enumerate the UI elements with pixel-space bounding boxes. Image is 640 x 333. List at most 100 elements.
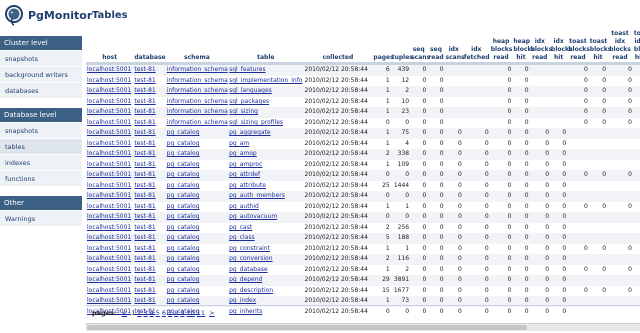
column-header-toast-idx-blocks-read[interactable]: toast idx blocks read: [607, 30, 633, 62]
schema-link[interactable]: pg_catalog: [167, 245, 200, 252]
host-link[interactable]: localhost:5001: [87, 245, 131, 252]
table-link[interactable]: sql_packages: [229, 98, 269, 105]
logo[interactable]: PgMonitor: [2, 3, 92, 27]
schema-link[interactable]: pg_catalog: [167, 161, 200, 168]
schema-link[interactable]: information_schema: [167, 119, 228, 126]
schema-link[interactable]: pg_catalog: [167, 140, 200, 147]
table-link[interactable]: pg_autovacuum: [229, 213, 277, 220]
page-link[interactable]: 4: [150, 309, 154, 317]
database-link[interactable]: test-81: [134, 150, 155, 157]
sidebar-item-indexes[interactable]: indexes: [0, 155, 82, 171]
host-link[interactable]: localhost:5001: [87, 255, 131, 262]
schema-link[interactable]: information_schema: [167, 98, 228, 105]
sidebar-item-snapshots[interactable]: snapshots: [0, 51, 82, 67]
database-link[interactable]: test-81: [134, 245, 155, 252]
page-link[interactable]: 9: [180, 309, 184, 317]
database-link[interactable]: test-81: [134, 66, 155, 73]
table-link[interactable]: sql_features: [229, 66, 265, 73]
column-header-seq-scans[interactable]: seq scans: [410, 30, 430, 62]
schema-link[interactable]: pg_catalog: [167, 213, 200, 220]
host-link[interactable]: localhost:5001: [87, 108, 131, 115]
database-link[interactable]: test-81: [134, 171, 155, 178]
database-link[interactable]: test-81: [134, 287, 155, 294]
host-link[interactable]: localhost:5001: [87, 234, 131, 241]
host-link[interactable]: localhost:5001: [87, 150, 131, 157]
column-header-schema[interactable]: schema: [165, 30, 229, 62]
page-link[interactable]: 5: [156, 309, 160, 317]
database-link[interactable]: test-81: [134, 192, 155, 199]
schema-link[interactable]: pg_catalog: [167, 287, 200, 294]
host-link[interactable]: localhost:5001: [87, 203, 131, 210]
column-header-idx-fetched[interactable]: idx fetched: [462, 30, 490, 62]
page-link[interactable]: 10: [186, 309, 194, 317]
database-link[interactable]: test-81: [134, 161, 155, 168]
host-link[interactable]: localhost:5001: [87, 119, 131, 126]
database-link[interactable]: test-81: [134, 182, 155, 189]
host-link[interactable]: localhost:5001: [87, 77, 131, 84]
column-header-toast-blocks-read[interactable]: toast blocks read: [567, 30, 590, 62]
table-link[interactable]: sql_sizing: [229, 108, 258, 115]
scrollbar-thumb[interactable]: [87, 325, 527, 330]
database-link[interactable]: test-81: [134, 297, 155, 304]
column-header-pages[interactable]: pages: [372, 30, 394, 62]
column-header-heap-blocks-hit[interactable]: heap blocks hit: [512, 30, 535, 62]
table-link[interactable]: pg_amop: [229, 150, 257, 157]
schema-link[interactable]: information_schema: [167, 87, 228, 94]
table-link[interactable]: pg_am: [229, 140, 249, 147]
column-header-heap-blocks-read[interactable]: heap blocks read: [489, 30, 513, 62]
sidebar-item-databases[interactable]: databases: [0, 83, 82, 99]
schema-link[interactable]: pg_catalog: [167, 150, 200, 157]
host-link[interactable]: localhost:5001: [87, 297, 131, 304]
host-link[interactable]: localhost:5001: [87, 182, 131, 189]
database-link[interactable]: test-81: [134, 234, 155, 241]
schema-link[interactable]: pg_catalog: [167, 224, 200, 231]
prev-page-link[interactable]: <: [122, 309, 127, 317]
database-link[interactable]: test-81: [134, 203, 155, 210]
table-link[interactable]: pg_class: [229, 234, 255, 241]
table-link[interactable]: pg_aggregate: [229, 129, 270, 136]
host-link[interactable]: localhost:5001: [87, 66, 131, 73]
database-link[interactable]: test-81: [134, 87, 155, 94]
table-link[interactable]: pg_conversion: [229, 255, 272, 262]
database-link[interactable]: test-81: [134, 213, 155, 220]
host-link[interactable]: localhost:5001: [87, 213, 131, 220]
database-link[interactable]: test-81: [134, 77, 155, 84]
table-link[interactable]: pg_constraint: [229, 245, 270, 252]
schema-link[interactable]: information_schema: [167, 66, 228, 73]
column-header-idx-scans[interactable]: idx scans: [444, 30, 465, 62]
database-link[interactable]: test-81: [134, 119, 155, 126]
column-header-idx-blocks-hit[interactable]: idx blocks hit: [550, 30, 573, 62]
host-link[interactable]: localhost:5001: [87, 287, 131, 294]
column-header-toast-blocks-hit[interactable]: toast blocks hit: [588, 30, 611, 62]
table-link[interactable]: sql_sizing_profiles: [229, 119, 283, 126]
table-link[interactable]: pg_cast: [229, 224, 252, 231]
column-header-database[interactable]: database: [133, 30, 166, 62]
next-page-link[interactable]: >: [209, 309, 214, 317]
schema-link[interactable]: pg_catalog: [167, 171, 200, 178]
page-link[interactable]: 1: [131, 309, 135, 317]
page-link[interactable]: 7: [168, 309, 172, 317]
schema-link[interactable]: pg_catalog: [167, 297, 200, 304]
column-header-collected[interactable]: collected: [303, 30, 373, 62]
column-header-tuples[interactable]: tuples: [390, 30, 413, 62]
schema-link[interactable]: information_schema: [167, 108, 228, 115]
schema-link[interactable]: pg_catalog: [167, 192, 200, 199]
schema-link[interactable]: information_schema: [167, 77, 228, 84]
table-link[interactable]: pg_index: [229, 297, 256, 304]
host-link[interactable]: localhost:5001: [87, 266, 131, 273]
database-link[interactable]: test-81: [134, 255, 155, 262]
horizontal-scrollbar[interactable]: [86, 323, 640, 331]
sidebar-item-background-writers[interactable]: background writers: [0, 67, 82, 83]
table-link[interactable]: pg_auth_members: [229, 192, 285, 199]
column-header-seq-read[interactable]: seq read: [427, 30, 445, 62]
column-header-toast-idx-blocks-hit[interactable]: toast idx blocks hit: [632, 30, 640, 62]
database-link[interactable]: test-81: [134, 98, 155, 105]
host-link[interactable]: localhost:5001: [87, 98, 131, 105]
page-link[interactable]: 6: [162, 309, 166, 317]
table-link[interactable]: sql_implementation_info: [229, 77, 302, 84]
database-link[interactable]: test-81: [134, 224, 155, 231]
host-link[interactable]: localhost:5001: [87, 87, 131, 94]
table-link[interactable]: pg_attribute: [229, 182, 266, 189]
schema-link[interactable]: pg_catalog: [167, 182, 200, 189]
table-link[interactable]: sql_languages: [229, 87, 272, 94]
